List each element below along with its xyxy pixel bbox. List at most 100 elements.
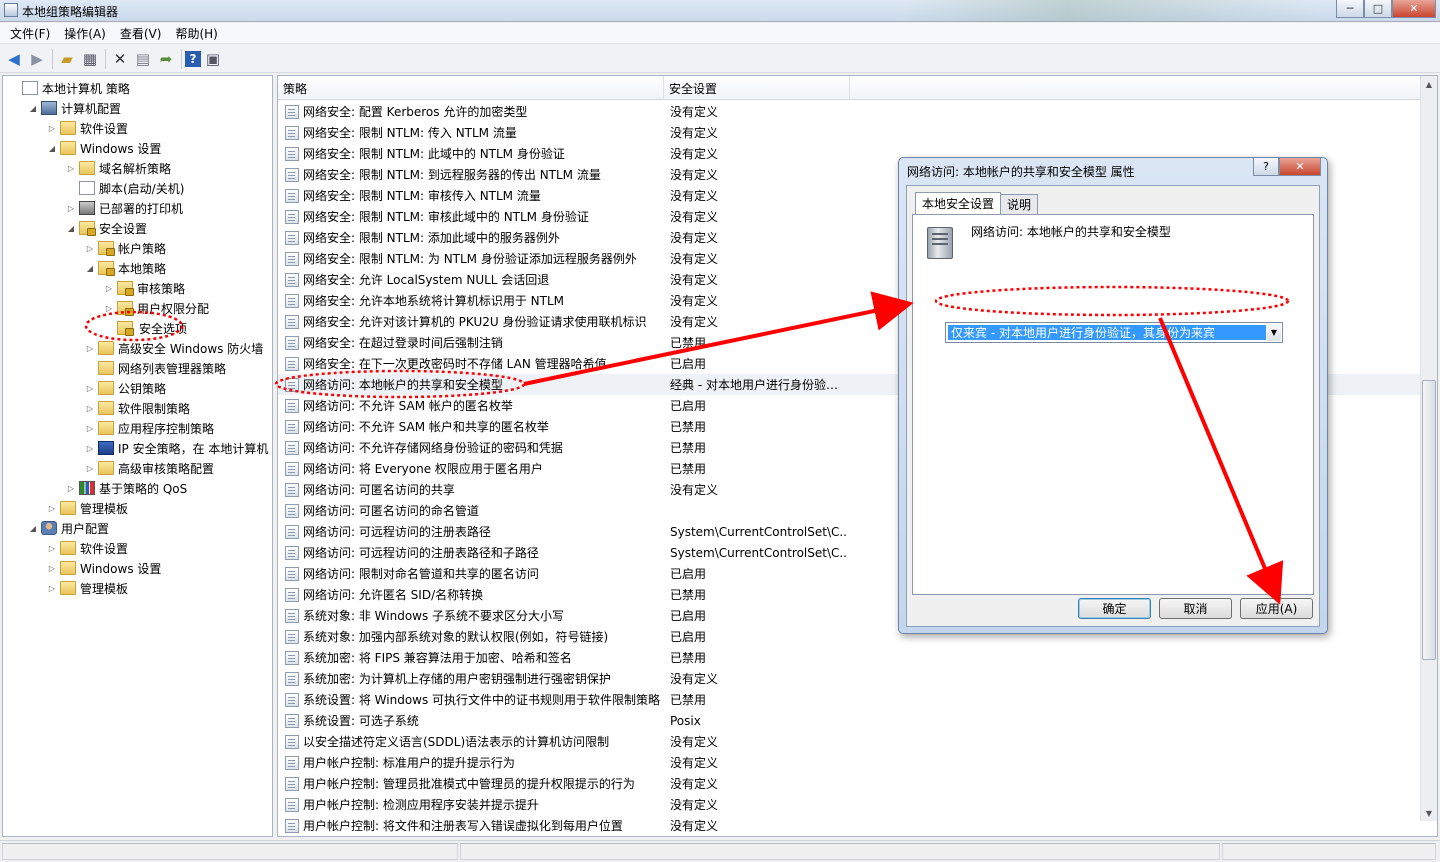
expand-triangle-icon[interactable]: ▷: [47, 124, 57, 133]
menu-help[interactable]: 帮助(H): [169, 25, 223, 42]
collapse-triangle-icon[interactable]: ◢: [66, 224, 76, 233]
menu-view[interactable]: 查看(V): [114, 25, 168, 42]
tree-node-label: 管理模板: [80, 501, 129, 516]
tab-explain[interactable]: 说明: [1000, 194, 1039, 214]
collapse-triangle-icon[interactable]: ◢: [28, 104, 38, 113]
maximize-button[interactable]: □: [1364, 0, 1392, 18]
tree-node[interactable]: ▷ 审核策略: [104, 278, 185, 298]
expand-triangle-icon[interactable]: ▷: [66, 164, 76, 173]
policy-row[interactable]: 系统设置: 可选子系统 Posix: [278, 710, 1422, 731]
tree-node[interactable]: ▷ 高级安全 Windows 防火墙: [85, 338, 263, 358]
tree-node[interactable]: ▷ 公钥策略: [85, 378, 166, 398]
scroll-up-icon[interactable]: ▲: [1421, 76, 1437, 92]
tree-node[interactable]: ▷ 基于策略的 QoS: [66, 478, 187, 498]
collapse-triangle-icon[interactable]: ◢: [47, 144, 57, 153]
menu-action[interactable]: 操作(A): [58, 25, 112, 42]
expand-triangle-icon[interactable]: ▷: [85, 404, 95, 413]
show-hide-tree-icon[interactable]: ▦: [79, 48, 101, 70]
tree-node[interactable]: ▷ IP 安全策略，在 本地计算机: [85, 438, 268, 458]
tree-node[interactable]: 网络列表管理器策略: [85, 358, 226, 378]
tree-node-label: 管理模板: [80, 581, 129, 596]
column-header-setting[interactable]: 安全设置: [664, 76, 850, 100]
policy-row[interactable]: 网络安全: 配置 Kerberos 允许的加密类型 没有定义: [278, 101, 1422, 122]
policy-row[interactable]: 系统加密: 为计算机上存储的用户密钥强制进行强密钥保护 没有定义: [278, 668, 1422, 689]
status-segment: [460, 843, 1220, 860]
column-header-policy[interactable]: 策略: [278, 76, 664, 100]
tree-node[interactable]: ◢ 本地策略: [85, 258, 166, 278]
tree-node[interactable]: ▷ Windows 设置: [47, 558, 161, 578]
tree-node[interactable]: ▷ 管理模板: [47, 498, 128, 518]
policy-row[interactable]: 系统设置: 将 Windows 可执行文件中的证书规则用于软件限制策略 已禁用: [278, 689, 1422, 710]
delete-icon[interactable]: ✕: [109, 48, 131, 70]
policy-row[interactable]: 以安全描述符定义语言(SDDL)语法表示的计算机访问限制 没有定义: [278, 731, 1422, 752]
dialog-help-button[interactable]: ?: [1253, 158, 1279, 176]
help-icon[interactable]: ?: [185, 50, 201, 67]
scroll-thumb[interactable]: [1422, 380, 1436, 660]
dialog-close-button[interactable]: ✕: [1279, 158, 1321, 176]
expand-triangle-icon[interactable]: ▷: [47, 584, 57, 593]
console-tree[interactable]: 本地计算机 策略 ◢ 计算机配置 ▷ 软件设置 ◢ Windows 设置 ▷ 域名解析策略 脚本(…: [2, 75, 273, 837]
expand-triangle-icon[interactable]: ▷: [66, 204, 76, 213]
expand-triangle-icon[interactable]: ▷: [47, 544, 57, 553]
tree-node-label: 安全设置: [99, 221, 148, 236]
expand-triangle-icon[interactable]: ▷: [104, 284, 114, 293]
expand-triangle-icon[interactable]: ▷: [85, 424, 95, 433]
tree-node[interactable]: 脚本(启动/关机): [66, 178, 184, 198]
expand-triangle-icon[interactable]: ▷: [85, 244, 95, 253]
policy-row[interactable]: 网络安全: 限制 NTLM: 传入 NTLM 流量 没有定义: [278, 122, 1422, 143]
policy-row[interactable]: 用户帐户控制: 管理员批准模式中管理员的提升权限提示的行为 没有定义: [278, 773, 1422, 794]
ok-button[interactable]: 确定: [1078, 598, 1151, 619]
collapse-triangle-icon[interactable]: ◢: [85, 264, 95, 273]
export-icon[interactable]: ➦: [155, 48, 177, 70]
policy-setting: 没有定义: [670, 294, 719, 308]
tree-node[interactable]: ▷ 软件设置: [47, 118, 128, 138]
tree-node[interactable]: ▷ 帐户策略: [85, 238, 166, 258]
tree-node[interactable]: ◢ Windows 设置: [47, 138, 161, 158]
list-vertical-scrollbar[interactable]: ▲ ▼: [1420, 76, 1437, 821]
expand-triangle-icon[interactable]: ▷: [104, 304, 114, 313]
tree-node[interactable]: ▷ 应用程序控制策略: [85, 418, 214, 438]
tab-local-security-setting[interactable]: 本地安全设置: [915, 192, 1002, 214]
menu-file[interactable]: 文件(F): [4, 25, 56, 42]
tree-node[interactable]: ▷ 软件限制策略: [85, 398, 190, 418]
expand-triangle-icon[interactable]: ▷: [85, 464, 95, 473]
tree-node[interactable]: ▷ 管理模板: [47, 578, 128, 598]
back-icon[interactable]: ◀: [3, 48, 25, 70]
tree-node[interactable]: ▷ 高级审核策略配置: [85, 458, 214, 478]
up-folder-icon[interactable]: ▰: [56, 48, 78, 70]
minimize-button[interactable]: ─: [1336, 0, 1364, 18]
tree-node[interactable]: ▷ 用户权限分配: [104, 298, 209, 318]
close-button[interactable]: ✕: [1392, 0, 1436, 18]
collapse-triangle-icon[interactable]: ◢: [28, 524, 38, 533]
expand-triangle-icon[interactable]: ▷: [85, 344, 95, 353]
tree-node[interactable]: 安全选项: [104, 318, 189, 338]
policy-row[interactable]: 系统加密: 将 FIPS 兼容算法用于加密、哈希和签名 已禁用: [278, 647, 1422, 668]
policy-row[interactable]: 用户帐户控制: 将文件和注册表写入错误虚拟化到每用户位置 没有定义: [278, 815, 1422, 836]
folder-icon: [98, 381, 114, 395]
chevron-down-icon[interactable]: ▼: [1267, 324, 1281, 341]
tree-node[interactable]: ▷ 软件设置: [47, 538, 128, 558]
sharing-model-dropdown[interactable]: 仅来宾 - 对本地用户进行身份验证，其身份为来宾 ▼: [945, 322, 1283, 343]
policy-icon: [285, 314, 299, 329]
policy-row[interactable]: 用户帐户控制: 标准用户的提升提示行为 没有定义: [278, 752, 1422, 773]
expand-triangle-icon[interactable]: ▷: [47, 504, 57, 513]
apply-button[interactable]: 应用(A): [1240, 598, 1313, 619]
expand-triangle-icon[interactable]: ▷: [85, 384, 95, 393]
tree-node[interactable]: ◢ 用户配置: [28, 518, 109, 538]
policy-row[interactable]: 用户帐户控制: 检测应用程序安装并提示提升 没有定义: [278, 794, 1422, 815]
tree-node[interactable]: ▷ 域名解析策略: [66, 158, 171, 178]
expand-triangle-icon[interactable]: ▷: [47, 564, 57, 573]
folder-icon: [60, 561, 76, 575]
tree-node[interactable]: ▷ 已部署的打印机: [66, 198, 183, 218]
cancel-button[interactable]: 取消: [1159, 598, 1232, 619]
expand-triangle-icon[interactable]: ▷: [66, 484, 76, 493]
tree-node-label: 安全选项: [139, 321, 188, 336]
tree-node[interactable]: ◢ 计算机配置: [28, 98, 121, 118]
tree-node[interactable]: 本地计算机 策略: [9, 78, 130, 98]
forward-icon[interactable]: ▶: [26, 48, 48, 70]
console-icon[interactable]: ▣: [202, 48, 224, 70]
properties-icon[interactable]: ▤: [132, 48, 154, 70]
tree-node[interactable]: ◢ 安全设置: [66, 218, 147, 238]
scroll-down-icon[interactable]: ▼: [1421, 805, 1437, 821]
expand-triangle-icon[interactable]: ▷: [85, 444, 95, 453]
